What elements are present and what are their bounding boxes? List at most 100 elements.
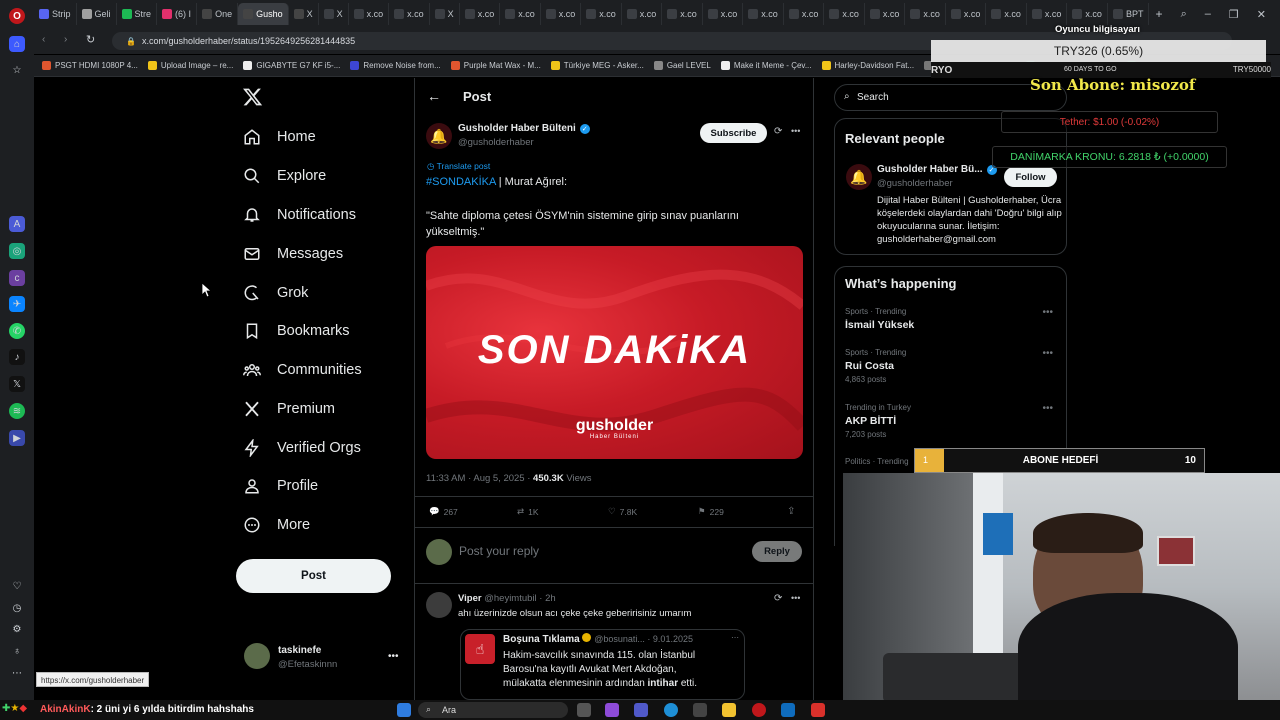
reply-input[interactable]: Post your reply bbox=[459, 544, 539, 558]
post-image[interactable]: SON DAKiKA gusholder Haber Bülteni bbox=[426, 246, 803, 459]
cs-icon[interactable]: c bbox=[9, 270, 25, 286]
subscribe-button[interactable]: Subscribe bbox=[700, 123, 767, 143]
grok-analyze-icon[interactable]: ⟳ bbox=[774, 593, 782, 604]
windows-start-icon[interactable] bbox=[397, 703, 411, 717]
trend-item[interactable]: Sports · Trending Rui Costa 4,863 posts … bbox=[845, 348, 1057, 384]
share-icon[interactable]: ⇪ bbox=[787, 506, 795, 517]
grok-analyze-icon[interactable]: ⟳ bbox=[774, 126, 782, 137]
author-avatar[interactable]: 🔔 bbox=[426, 123, 452, 149]
bookmark-item[interactable]: Gael LEVEL bbox=[653, 61, 711, 70]
reply-author[interactable]: Viper bbox=[458, 593, 482, 604]
outlook-icon[interactable] bbox=[781, 703, 795, 717]
browser-tab[interactable]: x.co bbox=[865, 3, 906, 25]
author-name-row[interactable]: Gusholder Haber Bülteni ✓ bbox=[458, 123, 590, 134]
copilot-icon[interactable] bbox=[605, 703, 619, 717]
whatsapp-icon[interactable]: ✆ bbox=[9, 323, 25, 339]
trend-more-icon[interactable]: ••• bbox=[1042, 348, 1053, 359]
post-time[interactable]: 11:33 AM · Aug 5, 2025 · bbox=[426, 473, 533, 484]
x-icon[interactable]: 𝕏 bbox=[9, 376, 25, 392]
browser-tab[interactable]: x.co bbox=[541, 3, 582, 25]
browser-tab[interactable]: Strip bbox=[34, 3, 77, 25]
post-more-icon[interactable]: ••• bbox=[791, 126, 800, 136]
nav-premium[interactable]: Premium bbox=[243, 394, 335, 424]
app-icon[interactable] bbox=[811, 703, 825, 717]
browser-tab[interactable]: x.co bbox=[946, 3, 987, 25]
x-logo-icon[interactable] bbox=[243, 87, 263, 112]
person-name-row[interactable]: Gusholder Haber Bü... ✓ bbox=[877, 164, 997, 175]
browser-tab[interactable]: x.co bbox=[662, 3, 703, 25]
nav-bookmarks[interactable]: Bookmarks bbox=[243, 316, 350, 346]
settings-icon[interactable]: ⚙ bbox=[9, 621, 25, 637]
history-icon[interactable]: ◷ bbox=[9, 600, 25, 616]
browser-tab[interactable]: x.co bbox=[500, 3, 541, 25]
browser-tab[interactable]: x.co bbox=[824, 3, 865, 25]
task-view-icon[interactable] bbox=[577, 703, 591, 717]
explorer-icon[interactable] bbox=[722, 703, 736, 717]
bookmark-item[interactable]: Purple Mat Wax - M... bbox=[450, 61, 541, 70]
new-tab-button[interactable]: + bbox=[1155, 7, 1162, 21]
bookmark-item[interactable]: Harley-Davidson Fat... bbox=[821, 61, 914, 70]
repost-action[interactable]: ⇄ 1K bbox=[517, 506, 539, 517]
follow-button[interactable]: Follow bbox=[1004, 167, 1057, 187]
quote-more-icon[interactable]: ⋯ bbox=[731, 633, 739, 642]
hashtag-link[interactable]: #SONDAKİKA bbox=[426, 176, 496, 188]
browser-tab[interactable]: x.co bbox=[1067, 3, 1108, 25]
teams-icon[interactable] bbox=[634, 703, 648, 717]
browser-tab[interactable]: Stre bbox=[117, 3, 158, 25]
quoted-post[interactable]: ☝ Boşuna Tıklama @bosunati... · 9.01.202… bbox=[460, 629, 745, 700]
bookmark-item[interactable]: Upload Image – re... bbox=[147, 61, 233, 70]
more-icon[interactable]: ⋯ bbox=[9, 665, 25, 681]
maximize-button[interactable]: ❐ bbox=[1229, 8, 1239, 21]
browser-tab[interactable]: x.co bbox=[905, 3, 946, 25]
nav-profile[interactable]: Profile bbox=[243, 471, 318, 501]
browser-tab[interactable]: One bbox=[197, 3, 239, 25]
browser-tab[interactable]: x.co bbox=[460, 3, 501, 25]
like-action[interactable]: ♡ 7.8K bbox=[608, 506, 637, 517]
bookmark-item[interactable]: PSGT HDMI 1080P 4... bbox=[42, 61, 138, 70]
browser-tab[interactable]: x.co bbox=[743, 3, 784, 25]
edge-icon[interactable] bbox=[664, 703, 678, 717]
bookmark-item[interactable]: Türkiye MEG - Asker... bbox=[550, 61, 644, 70]
browser-tab[interactable]: x.co bbox=[389, 3, 430, 25]
trend-more-icon[interactable]: ••• bbox=[1042, 403, 1053, 414]
opera-taskbar-icon[interactable] bbox=[752, 703, 766, 717]
browser-tab[interactable]: X bbox=[430, 3, 460, 25]
browser-tab[interactable]: X bbox=[319, 3, 349, 25]
reply-more-icon[interactable]: ••• bbox=[791, 593, 800, 603]
home-icon[interactable]: ⌂ bbox=[9, 36, 25, 52]
bookmark-item[interactable]: Remove Noise from... bbox=[350, 61, 441, 70]
browser-tab[interactable]: X bbox=[289, 3, 319, 25]
nav-home[interactable]: Home bbox=[243, 122, 316, 152]
back-button[interactable]: ‹ bbox=[42, 34, 45, 45]
nav-messages[interactable]: Messages bbox=[243, 239, 343, 269]
post-button[interactable]: Post bbox=[236, 559, 391, 593]
browser-tab[interactable]: (6) I bbox=[157, 3, 198, 25]
translate-link[interactable]: ◷ Translate post bbox=[427, 161, 490, 172]
browser-tab[interactable]: Gusho bbox=[238, 3, 289, 25]
store-icon[interactable] bbox=[693, 703, 707, 717]
trend-more-icon[interactable]: ••• bbox=[1042, 307, 1053, 318]
trend-item[interactable]: Trending in Turkey AKP BİTTİ 7,203 posts… bbox=[845, 403, 1057, 439]
nav-more[interactable]: More bbox=[243, 510, 310, 540]
account-name[interactable]: taskinefe bbox=[278, 645, 321, 656]
reload-button[interactable]: ↻ bbox=[86, 33, 95, 46]
browser-tab[interactable]: Geli bbox=[77, 3, 117, 25]
search-tabs-icon[interactable]: ⌕ bbox=[1181, 8, 1187, 21]
nav-grok[interactable]: Grok bbox=[243, 278, 308, 308]
account-more-icon[interactable]: ••• bbox=[388, 651, 399, 662]
person-avatar[interactable]: 🔔 bbox=[846, 164, 872, 190]
browser-tab[interactable]: x.co bbox=[703, 3, 744, 25]
trend-item[interactable]: Sports · Trending İsmail Yüksek ••• bbox=[845, 307, 1057, 331]
reply-action[interactable]: 💬 267 bbox=[429, 506, 458, 517]
browser-tab[interactable]: x.co bbox=[622, 3, 663, 25]
minimize-button[interactable]: – bbox=[1205, 8, 1211, 21]
bookmark-item[interactable]: Make it Meme - Çev... bbox=[720, 61, 812, 70]
bookmark-action[interactable]: ⚑ 229 bbox=[698, 506, 724, 517]
chatgpt-icon[interactable]: ◎ bbox=[9, 243, 25, 259]
bulb-icon[interactable]: ♁ bbox=[9, 643, 25, 659]
browser-tab[interactable]: x.co bbox=[1027, 3, 1068, 25]
account-avatar[interactable] bbox=[244, 643, 270, 669]
browser-tab[interactable]: x.co bbox=[349, 3, 390, 25]
aria-icon[interactable]: A bbox=[9, 216, 25, 232]
forward-button[interactable]: › bbox=[64, 34, 67, 45]
